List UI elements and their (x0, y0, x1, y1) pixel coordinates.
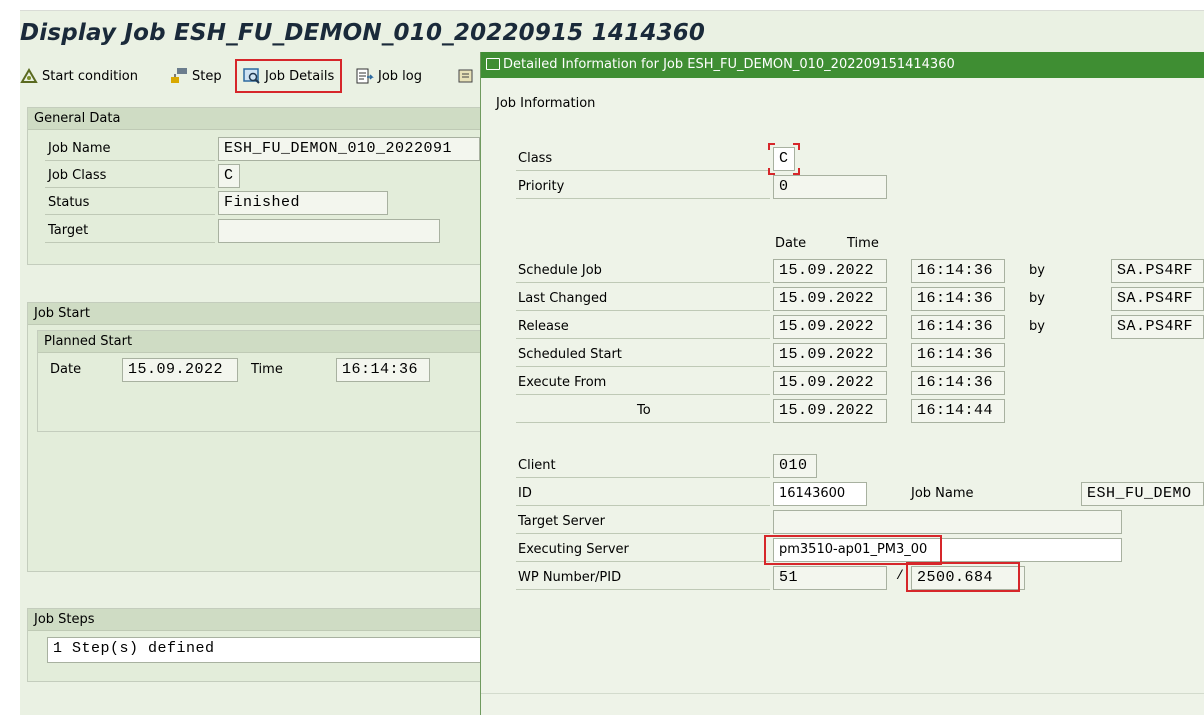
schedule-job-by-label: by (1029, 263, 1045, 278)
last-changed-label: Last Changed (518, 291, 608, 306)
pid-separator: / (896, 568, 905, 583)
execute-to-date-field[interactable]: 15.09.2022 (773, 399, 887, 423)
job-start-header: Job Start (28, 303, 486, 325)
job-log-icon (356, 68, 374, 84)
job-steps-field[interactable]: 1 Step(s) defined (47, 637, 483, 663)
id-field[interactable]: 16143600 (773, 482, 867, 506)
executing-server-label: Executing Server (518, 542, 629, 557)
release-time-field[interactable]: 16:14:36 (911, 315, 1005, 339)
planned-start-time-field[interactable]: 16:14:36 (336, 358, 430, 382)
target-server-field[interactable] (773, 510, 1122, 534)
date-column-header: Date (775, 236, 807, 251)
executing-server-highlight (764, 535, 942, 565)
status-label: Status (48, 195, 90, 210)
job-details-icon (243, 68, 261, 84)
step-icon (170, 68, 188, 84)
job-log-button[interactable]: Job log (356, 62, 422, 90)
step-button[interactable]: Step (170, 62, 222, 90)
job-details-button[interactable]: Job Details (235, 59, 343, 93)
date-label: Date (50, 362, 82, 377)
schedule-job-date-field[interactable]: 15.09.2022 (773, 259, 887, 283)
pid-highlight (906, 562, 1020, 592)
client-label: Client (518, 458, 556, 473)
target-server-label: Target Server (518, 514, 605, 529)
schedule-job-user-field[interactable]: SA.PS4RF (1111, 259, 1204, 283)
job-class-label: Job Class (48, 168, 107, 183)
release-by-label: by (1029, 319, 1045, 334)
execute-to-time-field[interactable]: 16:14:44 (911, 399, 1005, 423)
target-label: Target (48, 223, 89, 238)
execute-from-time-field[interactable]: 16:14:36 (911, 371, 1005, 395)
planned-start-date-field[interactable]: 15.09.2022 (122, 358, 238, 382)
page-title: Display Job ESH_FU_DEMON_010_20220915 14… (20, 20, 706, 46)
priority-label: Priority (518, 179, 565, 194)
more-toolbar-icon[interactable] (458, 62, 474, 90)
dialog-window-icon (486, 58, 500, 70)
scheduled-start-date-field[interactable]: 15.09.2022 (773, 343, 887, 367)
release-user-field[interactable]: SA.PS4RF (1111, 315, 1204, 339)
release-date-field[interactable]: 15.09.2022 (773, 315, 887, 339)
execute-from-label: Execute From (518, 375, 607, 390)
dialog-job-name-field[interactable]: ESH_FU_DEMO (1081, 482, 1204, 506)
id-label: ID (518, 486, 532, 501)
job-steps-header: Job Steps (28, 609, 486, 631)
scheduled-start-label: Scheduled Start (518, 347, 622, 362)
dialog-footer (481, 693, 1204, 715)
release-label: Release (518, 319, 569, 334)
time-label: Time (251, 362, 283, 377)
start-condition-button[interactable]: Start condition (20, 62, 138, 90)
general-data-header: General Data (28, 108, 486, 130)
dialog-title-bar[interactable]: Detailed Information for Job ESH_FU_DEMO… (481, 52, 1204, 78)
last-changed-date-field[interactable]: 15.09.2022 (773, 287, 887, 311)
time-column-header: Time (847, 236, 879, 251)
wp-number-field[interactable]: 51 (773, 566, 887, 590)
scheduled-start-time-field[interactable]: 16:14:36 (911, 343, 1005, 367)
last-changed-user-field[interactable]: SA.PS4RF (1111, 287, 1204, 311)
client-field[interactable]: 010 (773, 454, 817, 478)
wp-number-label: WP Number/PID (518, 570, 622, 585)
start-condition-icon (20, 68, 38, 84)
schedule-job-label: Schedule Job (518, 263, 602, 278)
last-changed-by-label: by (1029, 291, 1045, 306)
planned-start-header: Planned Start (38, 331, 486, 353)
priority-field[interactable]: 0 (773, 175, 887, 199)
class-label: Class (518, 151, 553, 166)
job-information-label: Job Information (496, 96, 596, 111)
schedule-job-time-field[interactable]: 16:14:36 (911, 259, 1005, 283)
dialog-job-name-label: Job Name (911, 486, 974, 501)
execute-to-label: To (637, 403, 651, 418)
job-name-field[interactable]: ESH_FU_DEMON_010_2022091 (218, 137, 480, 161)
target-field[interactable] (218, 219, 440, 243)
job-class-field[interactable]: C (218, 164, 240, 188)
toolbar: Start condition Step Job Details Job log (20, 58, 490, 96)
job-name-label: Job Name (48, 141, 111, 156)
execute-from-date-field[interactable]: 15.09.2022 (773, 371, 887, 395)
class-focus-marker (768, 143, 800, 175)
last-changed-time-field[interactable]: 16:14:36 (911, 287, 1005, 311)
status-field[interactable]: Finished (218, 191, 388, 215)
